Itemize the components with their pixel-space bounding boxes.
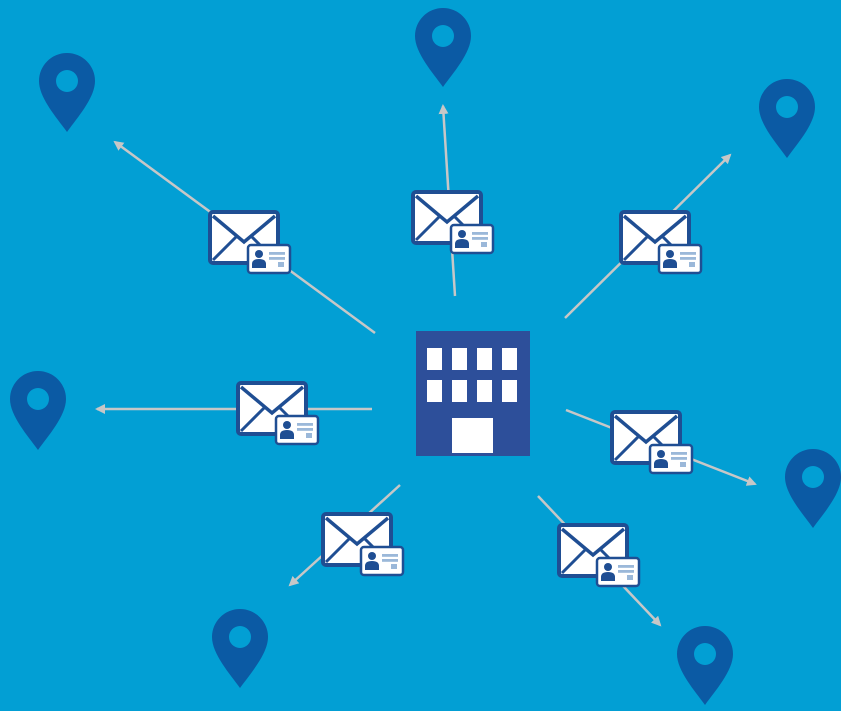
contact-card-icon xyxy=(648,443,694,475)
contact-card-icon xyxy=(449,223,495,255)
contact-card-icon xyxy=(274,414,320,446)
window xyxy=(477,380,492,402)
window xyxy=(502,380,517,402)
contact-card-icon xyxy=(657,243,703,275)
window xyxy=(477,348,492,370)
diagram-canvas xyxy=(0,0,841,711)
envelope-with-contact-card-icon xyxy=(411,190,495,255)
envelope-with-contact-card-icon xyxy=(236,381,320,446)
office-building-icon xyxy=(416,331,530,456)
window xyxy=(502,348,517,370)
contact-card-icon xyxy=(359,545,405,577)
contact-card-icon xyxy=(595,556,641,588)
envelope-with-contact-card-icon xyxy=(557,523,641,588)
envelope-with-contact-card-icon xyxy=(610,410,694,475)
contact-card-icon xyxy=(246,243,292,275)
distribution-diagram xyxy=(0,0,841,711)
window xyxy=(427,348,442,370)
envelope-with-contact-card-icon xyxy=(208,210,292,275)
window xyxy=(427,380,442,402)
envelope-with-contact-card-icon xyxy=(321,512,405,577)
door xyxy=(452,418,493,453)
window xyxy=(452,380,467,402)
window xyxy=(452,348,467,370)
envelope-with-contact-card-icon xyxy=(619,210,703,275)
